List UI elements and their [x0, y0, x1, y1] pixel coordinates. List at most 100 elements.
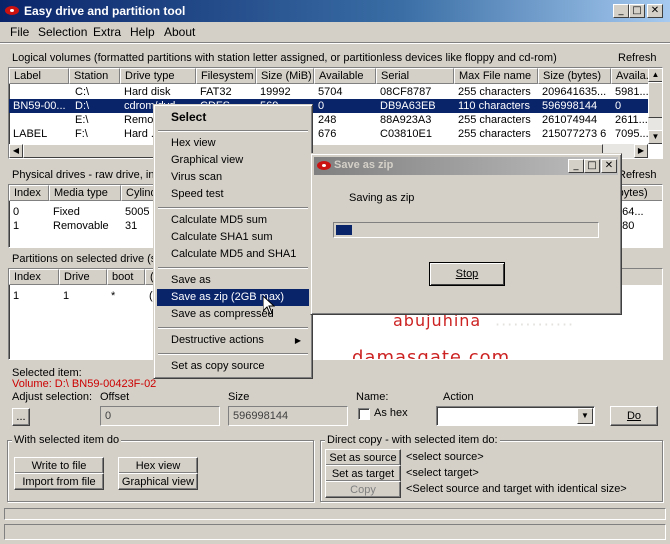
- logical-volumes-list[interactable]: Label Station Drive type Filesystem Size…: [8, 67, 663, 159]
- action-label: Action: [443, 391, 474, 403]
- context-md5[interactable]: Calculate MD5 sum: [157, 212, 309, 229]
- col-available-bytes[interactable]: Availa...: [611, 68, 649, 84]
- col-serial[interactable]: Serial: [376, 68, 454, 84]
- status-panel: [4, 524, 666, 540]
- set-as-source-button[interactable]: Set as source: [325, 449, 401, 466]
- scroll-right-icon[interactable]: ▶: [634, 144, 648, 158]
- cell-size-bytes: 261074944: [542, 114, 598, 126]
- context-speed-test[interactable]: Speed test: [157, 186, 309, 203]
- col-size-mib[interactable]: Size (MiB): [256, 68, 314, 84]
- table-row[interactable]: C:\ Hard disk FAT32 19992 5704 08CF8787 …: [9, 85, 649, 99]
- title-bar[interactable]: Easy drive and partition tool _ □ ✕: [0, 0, 670, 22]
- size-label: Size: [228, 391, 250, 403]
- table-row-selected[interactable]: BN59-00... D:\ cdrom/dvd CDFS 569 0 DB9A…: [9, 99, 649, 113]
- cell-label: BN59-00...: [13, 100, 66, 112]
- col-station[interactable]: Station: [69, 68, 120, 84]
- context-save-as-zip[interactable]: Save as zip (2GB max): [157, 289, 309, 306]
- chevron-down-icon[interactable]: ▼: [577, 408, 593, 424]
- logical-vscrollbar[interactable]: ▲ ▼: [648, 68, 662, 144]
- do-button[interactable]: Do: [610, 406, 658, 426]
- cell-serial: 88A923A3: [380, 114, 432, 126]
- context-sha1[interactable]: Calculate SHA1 sum: [157, 229, 309, 246]
- physical-refresh-link[interactable]: Refresh: [618, 169, 657, 181]
- cell-available-bytes: 5981...: [615, 86, 649, 98]
- dialog-close-button[interactable]: ✕: [601, 159, 617, 173]
- hex-view-button[interactable]: Hex view: [118, 457, 198, 474]
- cell-serial: DB9A63EB: [380, 100, 436, 112]
- col-available[interactable]: Available: [314, 68, 376, 84]
- copy-button[interactable]: Copy: [325, 481, 401, 498]
- col-index[interactable]: Index: [9, 269, 59, 285]
- app-icon: [317, 161, 331, 170]
- menu-extra[interactable]: Extra: [93, 25, 121, 39]
- name-label: Name:: [356, 391, 389, 403]
- scroll-down-icon[interactable]: ▼: [648, 130, 662, 144]
- minimize-button[interactable]: _: [613, 4, 629, 18]
- cell-station: F:\: [75, 128, 88, 140]
- context-save-as-compressed[interactable]: Save as compressed: [157, 306, 309, 323]
- col-index[interactable]: Index: [9, 185, 49, 201]
- browse-button[interactable]: ...: [12, 408, 30, 426]
- offset-field[interactable]: 0: [100, 406, 220, 426]
- col-drive[interactable]: Drive: [59, 269, 107, 285]
- menu-help[interactable]: Help: [130, 25, 155, 39]
- cell-label: LABEL: [13, 128, 48, 140]
- col-size-bytes[interactable]: Size (bytes): [538, 68, 611, 84]
- menu-separator: [158, 130, 308, 132]
- context-graphical-view[interactable]: Graphical view: [157, 152, 309, 169]
- col-boot[interactable]: boot: [107, 269, 145, 285]
- cell-available-bytes: 0: [615, 100, 622, 112]
- logical-refresh-link[interactable]: Refresh: [618, 52, 657, 64]
- dialog-minimize-button[interactable]: _: [568, 159, 584, 173]
- size-field[interactable]: 596998144: [228, 406, 348, 426]
- source-text: <select source>: [406, 451, 484, 463]
- menu-separator: [158, 267, 308, 269]
- write-to-file-button[interactable]: Write to file: [14, 457, 104, 474]
- cell-size-bytes: 209641635...: [542, 86, 607, 98]
- table-row[interactable]: LABEL F:\ Hard ... 676 C03810E1 255 char…: [9, 127, 649, 141]
- context-md5-sha1[interactable]: Calculate MD5 and SHA1: [157, 246, 309, 263]
- menu-about[interactable]: About: [164, 25, 195, 39]
- col-filesystem[interactable]: Filesystem: [196, 68, 256, 84]
- cell-size-bytes: 215077273 6: [542, 128, 607, 140]
- context-select[interactable]: Select: [157, 109, 309, 126]
- close-button[interactable]: ✕: [647, 4, 663, 18]
- with-selected-label: With selected item do: [12, 434, 122, 446]
- dialog-maximize-button[interactable]: □: [584, 159, 600, 173]
- as-hex-label: As hex: [374, 407, 408, 419]
- cell-max-file-name: 255 characters: [458, 114, 531, 126]
- cell-size-bytes: 596998144: [542, 100, 598, 112]
- scroll-left-icon[interactable]: ◀: [9, 144, 23, 158]
- col-max-file-name[interactable]: Max File name: [454, 68, 538, 84]
- logical-header: Label Station Drive type Filesystem Size…: [9, 68, 649, 84]
- menu-bar: File Selection Extra Help About: [0, 22, 670, 42]
- scroll-up-icon[interactable]: ▲: [648, 68, 662, 82]
- context-hex-view[interactable]: Hex view: [157, 135, 309, 152]
- as-hex-checkbox[interactable]: [358, 408, 370, 420]
- window-title: Easy drive and partition tool: [24, 4, 186, 18]
- context-copy-source[interactable]: Set as copy source: [157, 358, 309, 375]
- stop-button[interactable]: Stop: [429, 262, 505, 286]
- table-row[interactable]: E:\ Remo... 248 88A923A3 255 characters …: [9, 113, 649, 127]
- maximize-button[interactable]: □: [629, 4, 645, 18]
- col-label[interactable]: Label: [9, 68, 69, 84]
- direct-copy-label: Direct copy - with selected item do:: [325, 434, 500, 446]
- app-icon: [5, 6, 19, 15]
- menu-separator: [158, 327, 308, 329]
- menu-selection[interactable]: Selection: [38, 25, 87, 39]
- context-destructive-actions[interactable]: Destructive actions ▶: [157, 332, 309, 349]
- col-drive-type[interactable]: Drive type: [120, 68, 196, 84]
- action-dropdown[interactable]: ▼: [436, 406, 595, 426]
- import-from-file-button[interactable]: Import from file: [14, 473, 104, 490]
- set-as-target-button[interactable]: Set as target: [325, 465, 401, 482]
- menu-file[interactable]: File: [10, 25, 29, 39]
- do-button-label: Do: [626, 410, 642, 422]
- cell-index: 0: [13, 206, 20, 218]
- context-virus-scan[interactable]: Virus scan: [157, 169, 309, 186]
- cell-drive-type: Hard disk: [124, 86, 171, 98]
- graphical-view-button[interactable]: Graphical view: [118, 473, 198, 490]
- context-save-as[interactable]: Save as: [157, 272, 309, 289]
- col-media-type[interactable]: Media type: [49, 185, 121, 201]
- dialog-title-bar[interactable]: Save as zip _ □ ✕: [314, 157, 618, 175]
- scroll-thumb[interactable]: [648, 82, 662, 118]
